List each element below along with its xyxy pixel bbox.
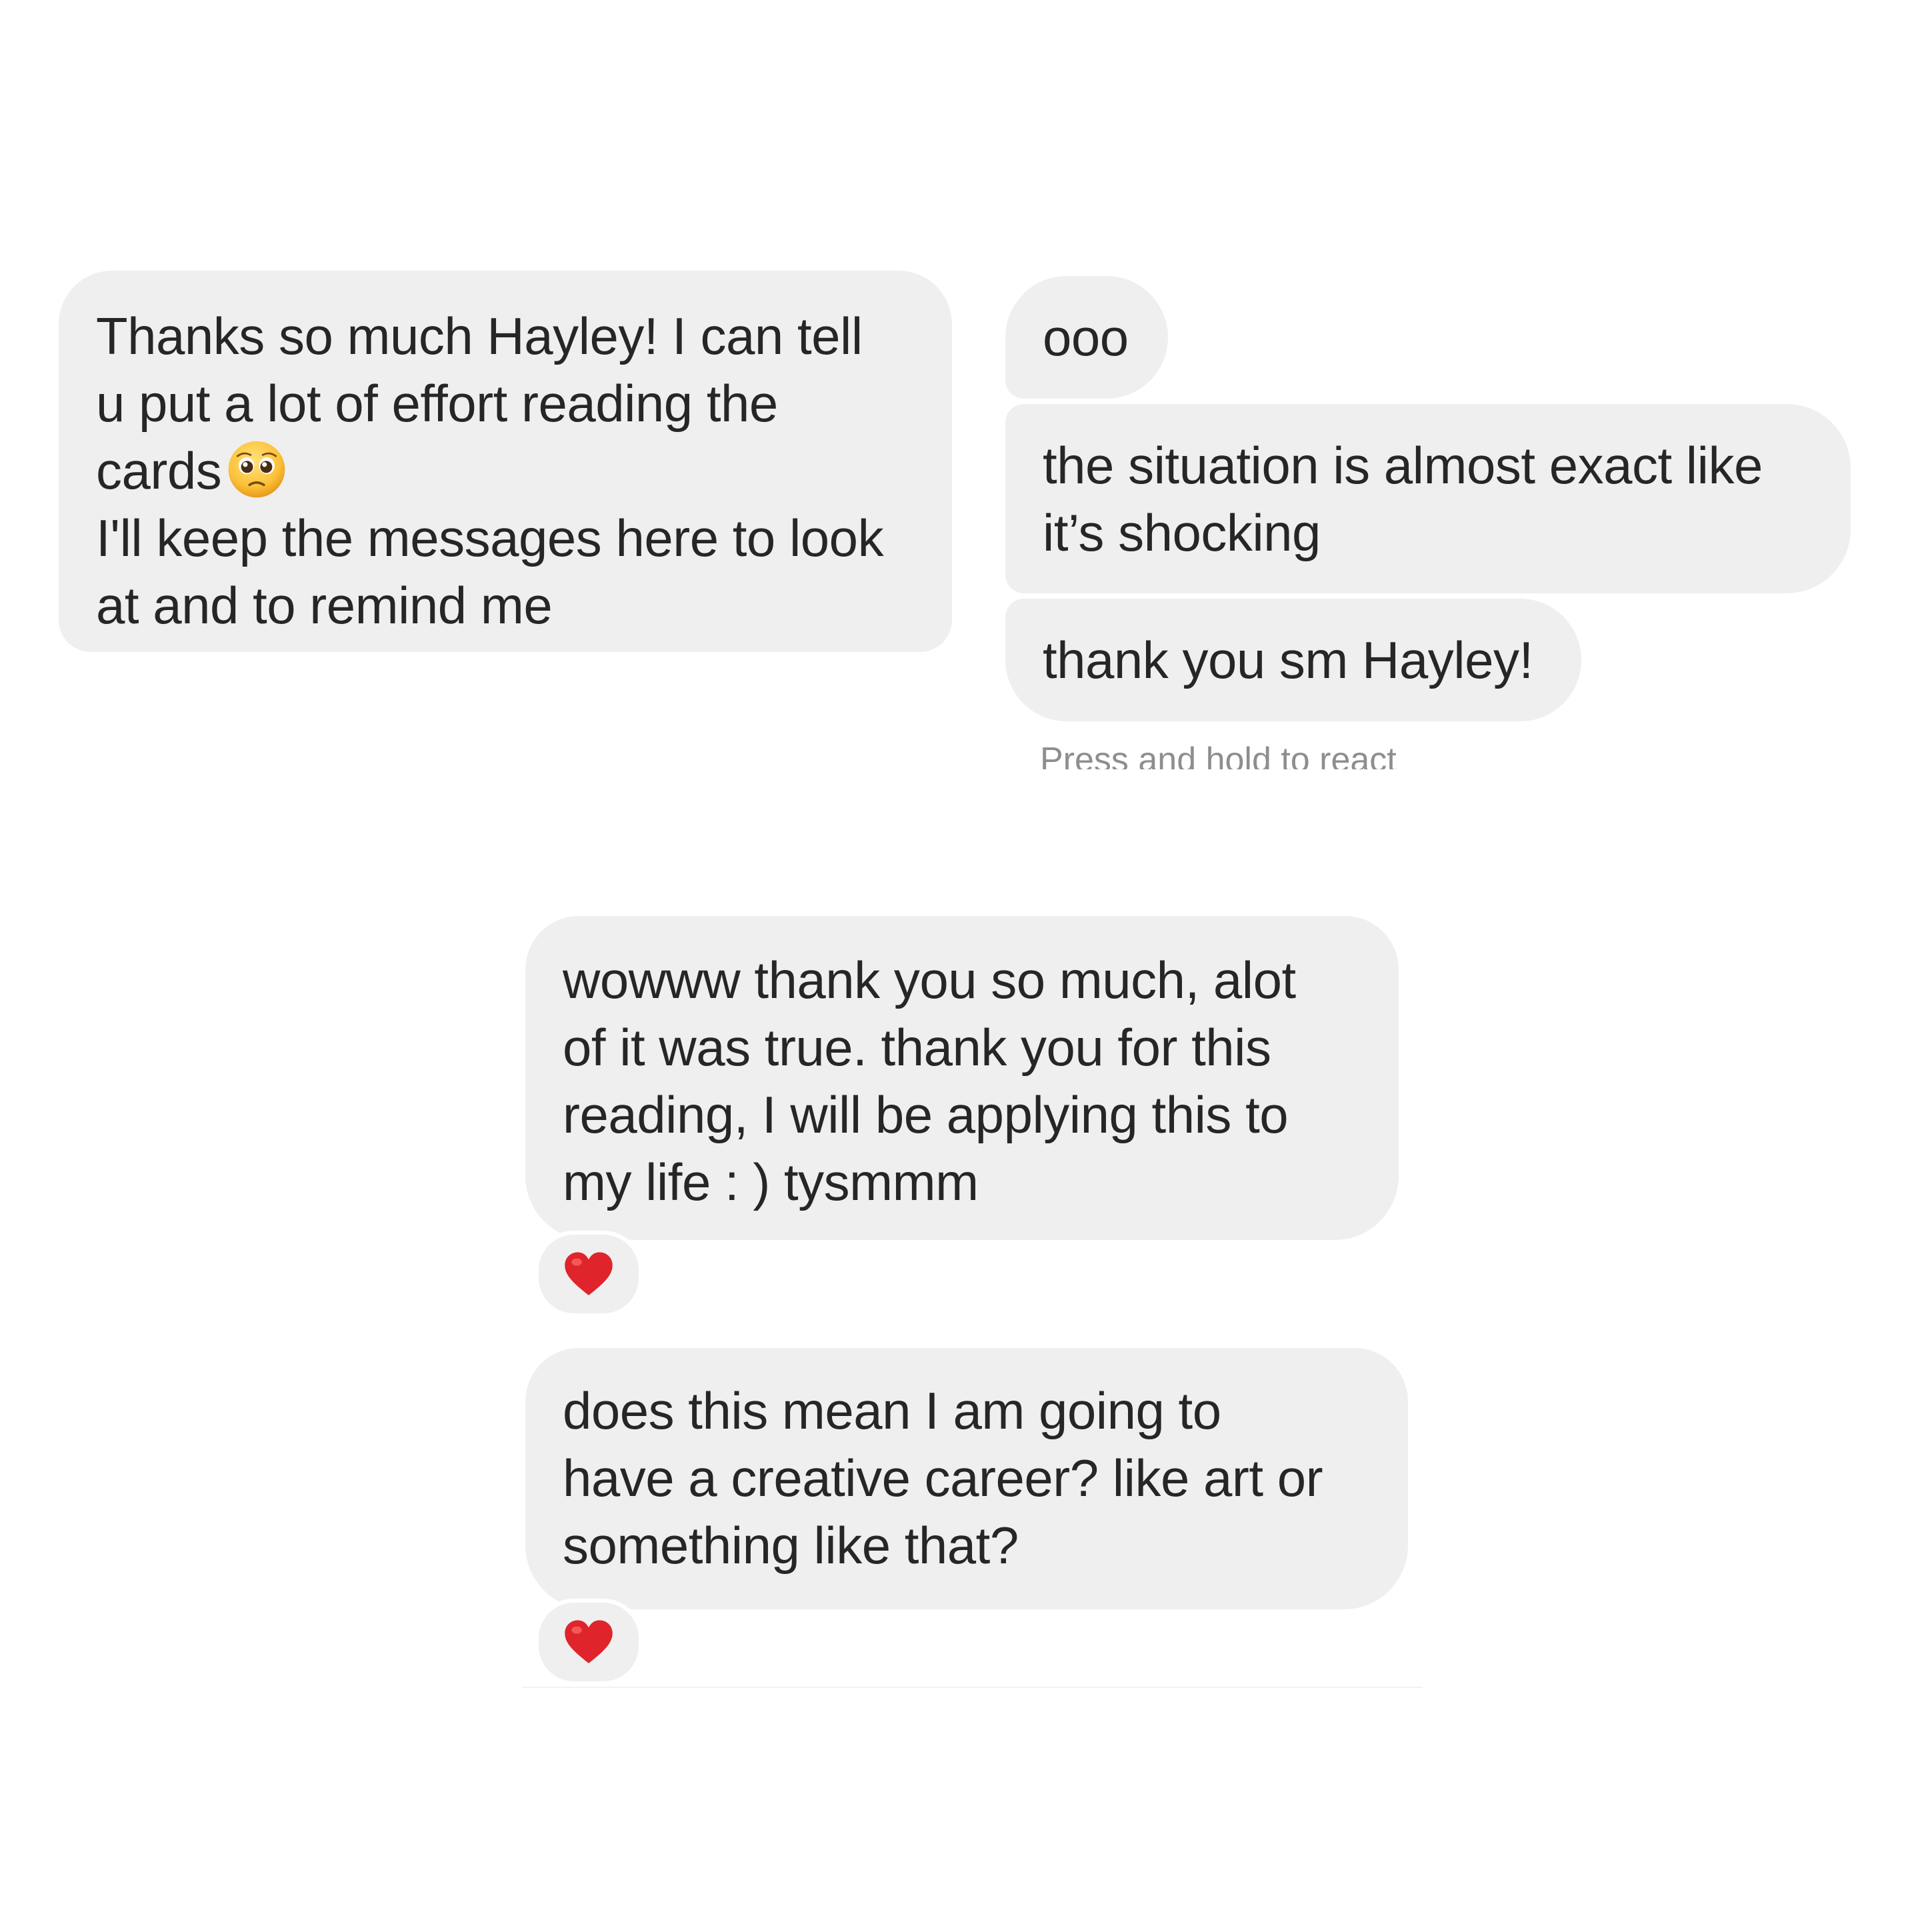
heart-reaction[interactable] (535, 1231, 643, 1317)
message-line: my life : ) tysmmm (563, 1153, 979, 1211)
message-line: thank you sm Hayley! (1043, 631, 1533, 689)
message-bubble-wowww[interactable]: wowww thank you so much, alot of it was … (525, 916, 1399, 1240)
message-bubble-situation[interactable]: the situation is almost exact like it’s … (1005, 404, 1851, 593)
message-line: have a creative career? like art or (563, 1449, 1323, 1507)
heart-reaction[interactable] (535, 1599, 643, 1685)
message-line: Thanks so much Hayley! I can tell (96, 307, 863, 365)
message-line: does this mean I am going to (563, 1381, 1221, 1440)
message-line: I'll keep the messages here to look (96, 509, 884, 567)
message-line: wowww thank you so much, alot (563, 951, 1296, 1009)
pleading-face-emoji-icon (228, 441, 285, 498)
message-line: reading, I will be applying this to (563, 1085, 1289, 1144)
message-line: ooo (1043, 308, 1129, 367)
red-heart-icon (565, 1252, 613, 1295)
message-line: it’s shocking (1043, 503, 1321, 562)
message-bubble-ooo[interactable]: ooo (1005, 276, 1168, 399)
message-line-with-emoji: cards (96, 437, 952, 505)
message-line: of it was true. thank you for this (563, 1018, 1271, 1077)
message-line: u put a lot of effort reading the (96, 374, 778, 433)
message-line-text: cards (96, 441, 222, 500)
press-hold-hint: Press and hold to react (1040, 741, 1397, 769)
message-line: the situation is almost exact like (1043, 436, 1763, 495)
message-bubble-creative-career[interactable]: does this mean I am going to have a crea… (525, 1348, 1408, 1609)
message-line: something like that? (563, 1516, 1019, 1575)
message-line: at and to remind me (96, 576, 553, 635)
divider (523, 1687, 1423, 1688)
message-bubble-thanks[interactable]: Thanks so much Hayley! I can tell u put … (59, 271, 952, 652)
red-heart-icon (565, 1620, 613, 1663)
message-bubble-thank-you[interactable]: thank you sm Hayley! (1005, 599, 1581, 721)
